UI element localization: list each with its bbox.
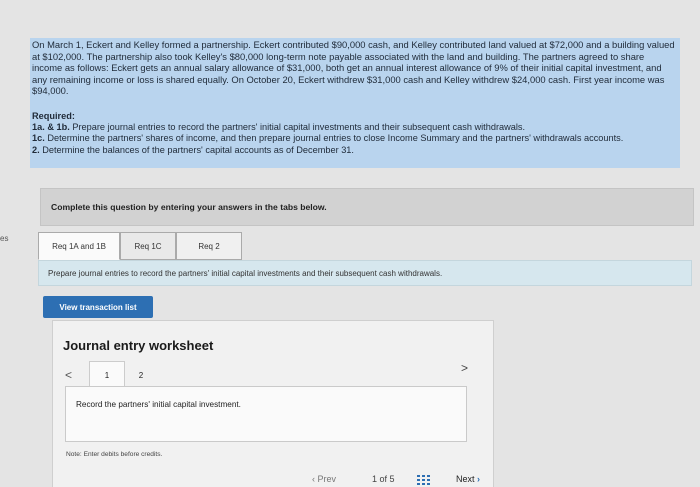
tab-req-2[interactable]: Req 2 [176, 232, 242, 260]
next-button[interactable]: Next › [456, 474, 480, 484]
requirement-2-text: Determine the balances of the partners' … [39, 144, 354, 155]
required-block: Required: 1a. & 1b. Prepare journal entr… [32, 111, 676, 156]
requirement-2-label: 2. [32, 144, 40, 155]
task-strip: Prepare journal entries to record the pa… [38, 260, 692, 286]
chevron-left-icon[interactable]: < [65, 368, 72, 382]
prev-button[interactable]: ‹ Prev [312, 474, 336, 484]
worksheet-page-1[interactable]: 1 [89, 361, 125, 389]
page-indicator: 1 of 5 [372, 474, 395, 484]
chevron-right-icon[interactable]: > [461, 361, 468, 375]
problem-statement: On March 1, Eckert and Kelley formed a p… [30, 38, 680, 168]
worksheet-note: Note: Enter debits before credits. [66, 451, 163, 458]
requirement-1c: 1c. Determine the partners' shares of in… [32, 133, 676, 144]
journal-entry-worksheet: Journal entry worksheet < 1 2 > Record t… [52, 320, 494, 487]
instruction-text: Complete this question by entering your … [51, 202, 327, 212]
requirement-2: 2. Determine the balances of the partner… [32, 145, 676, 156]
entry-description-box: Record the partners' initial capital inv… [65, 386, 467, 442]
task-text: Prepare journal entries to record the pa… [48, 268, 443, 278]
requirement-1ab-label: 1a. & 1b. [32, 122, 70, 133]
required-title: Required: [32, 111, 75, 121]
grid-icon[interactable] [417, 475, 431, 485]
worksheet-title: Journal entry worksheet [63, 338, 214, 353]
instruction-box: Complete this question by entering your … [40, 188, 694, 226]
requirement-1c-text: Determine the partners' shares of income… [44, 133, 624, 144]
view-transaction-list-button[interactable]: View transaction list [43, 296, 153, 318]
tab-req-1c[interactable]: Req 1C [120, 232, 176, 260]
tab-req-1a-1b[interactable]: Req 1A and 1B [38, 232, 120, 260]
requirement-1c-label: 1c. [32, 133, 45, 144]
next-label: Next [456, 474, 475, 484]
problem-text: On March 1, Eckert and Kelley formed a p… [32, 39, 675, 97]
next-chevron-icon: › [477, 474, 481, 484]
requirement-1ab-text: Prepare journal entries to record the pa… [69, 122, 526, 133]
entry-description: Record the partners' initial capital inv… [76, 400, 241, 409]
edge-label: es [0, 234, 9, 243]
worksheet-page-2[interactable]: 2 [133, 366, 149, 384]
requirement-tabs: Req 1A and 1B Req 1C Req 2 [38, 232, 242, 260]
requirement-1ab: 1a. & 1b. Prepare journal entries to rec… [32, 122, 676, 133]
prev-label: Prev [317, 474, 337, 484]
